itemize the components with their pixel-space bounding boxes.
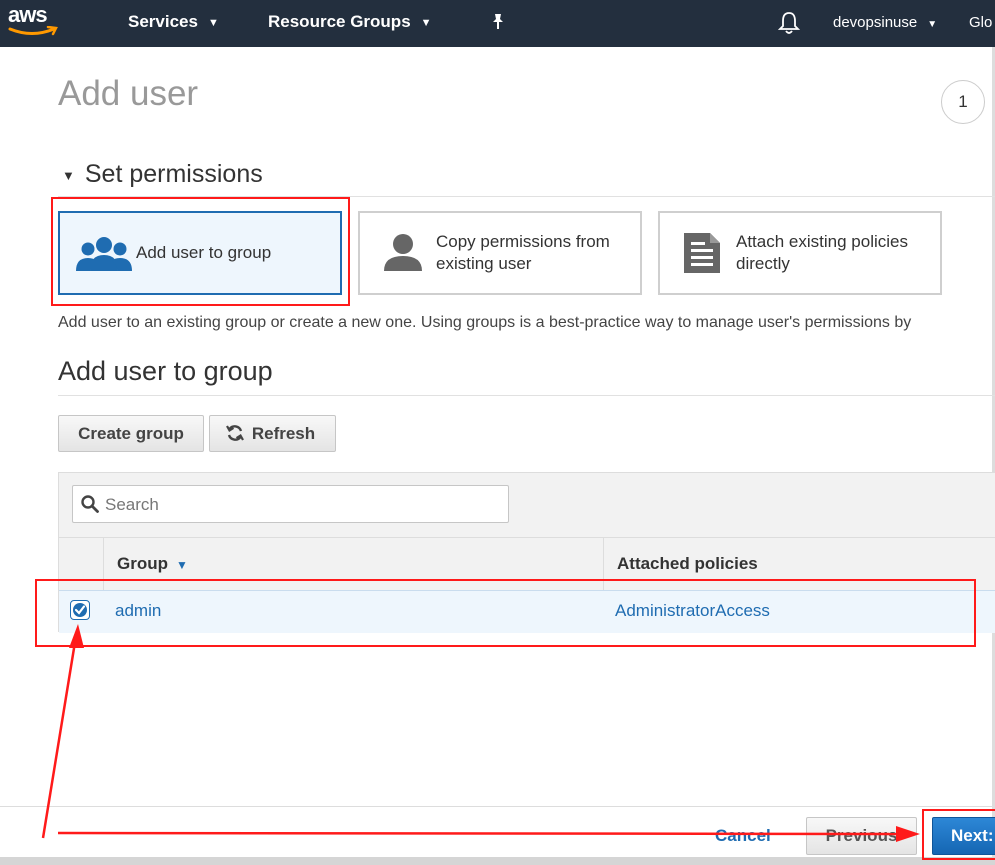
aws-logo[interactable]: aws: [8, 2, 64, 42]
caret-down-icon: ▼: [62, 167, 75, 183]
group-section-heading: Add user to group: [58, 356, 273, 386]
table-row[interactable]: admin AdministratorAccess: [59, 590, 995, 633]
chevron-down-icon: ▼: [927, 19, 938, 30]
users-group-icon: [76, 237, 132, 271]
group-name-link[interactable]: admin: [115, 601, 161, 621]
account-name: devopsinuse: [833, 14, 918, 31]
divider: [58, 196, 995, 197]
step-indicator[interactable]: 1: [941, 80, 985, 124]
option-label: Attach existing policies directly: [736, 232, 908, 273]
search-box[interactable]: [72, 485, 509, 523]
user-icon: [384, 234, 422, 271]
search-icon: [81, 495, 99, 513]
column-header-policies[interactable]: Attached policies: [603, 538, 995, 591]
checkmark-icon: [73, 603, 87, 617]
option-copy-permissions[interactable]: Copy permissions from existing user: [358, 211, 642, 295]
page-title: Add user: [58, 74, 199, 113]
region-menu[interactable]: Glo: [969, 14, 992, 31]
previous-button[interactable]: Previous: [806, 817, 917, 855]
refresh-button[interactable]: Refresh: [209, 415, 336, 452]
top-nav: aws Services ▼ Resource Groups ▼ devopsinu…: [0, 0, 995, 47]
pin-icon[interactable]: [489, 13, 507, 31]
services-label: Services: [128, 12, 198, 31]
option-attach-policies[interactable]: Attach existing policies directly: [658, 211, 942, 295]
set-permissions-toggle[interactable]: ▼ Set permissions: [62, 160, 263, 189]
option-add-user-to-group[interactable]: Add user to group: [58, 211, 342, 295]
footer-bar: [0, 857, 995, 865]
chevron-down-icon: ▼: [207, 16, 219, 29]
policy-link[interactable]: AdministratorAccess: [615, 601, 770, 621]
divider: [0, 806, 995, 807]
resource-groups-menu[interactable]: Resource Groups ▼: [268, 12, 432, 32]
select-column-header: [59, 538, 103, 591]
groups-table: Group ▼ Attached policies admin Administr…: [58, 472, 995, 633]
column-header-label: Attached policies: [617, 554, 758, 573]
permissions-description: Add user to an existing group or create …: [58, 314, 912, 331]
sort-desc-icon: ▼: [176, 558, 188, 572]
aws-logo-text: aws: [8, 2, 48, 27]
annotation-arrow-right: [57, 831, 905, 836]
create-group-button[interactable]: Create group: [58, 415, 204, 452]
option-label: Copy permissions from existing user: [436, 232, 610, 273]
table-toolbar: [59, 473, 995, 537]
chevron-down-icon: ▼: [420, 16, 432, 29]
region-label: Glo: [969, 14, 993, 31]
divider: [58, 395, 995, 396]
column-header-label: Group: [117, 554, 168, 573]
services-menu[interactable]: Services ▼: [128, 12, 219, 32]
table-header: Group ▼ Attached policies: [59, 537, 995, 591]
search-input[interactable]: [103, 493, 497, 517]
refresh-label: Refresh: [251, 424, 316, 443]
cancel-button[interactable]: Cancel: [715, 826, 771, 846]
resource-groups-label: Resource Groups: [268, 12, 411, 31]
aws-smile-icon: [8, 26, 58, 36]
account-menu[interactable]: devopsinuse ▼: [833, 14, 937, 31]
option-label: Add user to group: [136, 243, 272, 262]
refresh-icon: [226, 425, 244, 441]
annotation-arrow-up: [41, 635, 78, 839]
next-button[interactable]: Next:: [932, 817, 995, 855]
bell-icon[interactable]: [778, 11, 800, 35]
row-checkbox[interactable]: [70, 600, 90, 620]
column-header-group[interactable]: Group ▼: [103, 538, 603, 591]
document-icon: [684, 233, 720, 273]
set-permissions-heading: Set permissions: [84, 160, 263, 188]
